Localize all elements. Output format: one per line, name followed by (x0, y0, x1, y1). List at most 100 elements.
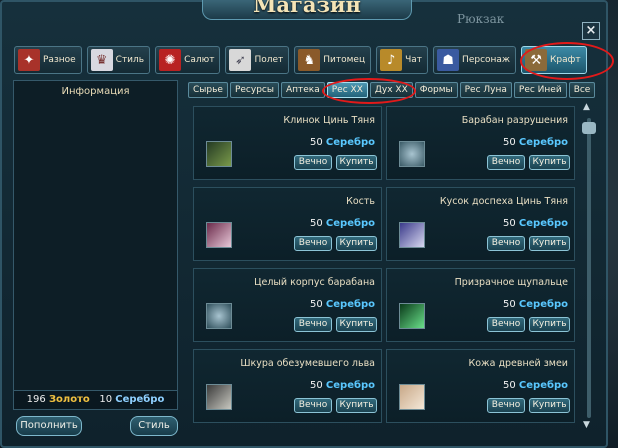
price-value: 50 (503, 137, 516, 148)
subtab-res-xx[interactable]: Рес XX (326, 82, 368, 98)
subtab-all[interactable]: Все (568, 82, 596, 98)
item-price: 50 Серебро (310, 380, 375, 391)
scroll-track[interactable] (587, 118, 591, 418)
price-value: 50 (310, 299, 323, 310)
subtab-raw[interactable]: Сырье (188, 82, 228, 98)
item-price: 50 Серебро (503, 137, 568, 148)
item-price: 50 Серебро (503, 299, 568, 310)
blade-icon (206, 141, 232, 167)
tab-label: Персонаж (462, 55, 511, 65)
item-name: Кость (346, 196, 375, 207)
tentacle-icon (399, 303, 425, 329)
subcategory-tabs: Сырье Ресурсы Аптека Рес XX Дух XX Формы… (188, 82, 596, 98)
forever-button[interactable]: Вечно (487, 398, 525, 413)
tab-label: Салют (184, 55, 215, 65)
subtab-res-frost[interactable]: Рес Иней (513, 82, 567, 98)
item-card: Кость 50 Серебро Вечно Купить (193, 187, 382, 261)
topup-button[interactable]: Пополнить (16, 416, 82, 436)
item-price: 50 Серебро (310, 299, 375, 310)
buy-button[interactable]: Купить (336, 236, 377, 251)
forever-button[interactable]: Вечно (487, 155, 525, 170)
price-value: 50 (503, 380, 516, 391)
price-currency: Серебро (325, 299, 375, 310)
flight-icon: ➶ (229, 49, 252, 71)
item-card: Барабан разрушения 50 Серебро Вечно Купи… (386, 106, 575, 180)
tab-character[interactable]: ☗ Персонаж (433, 46, 517, 74)
price-value: 50 (503, 218, 516, 229)
item-card: Клинок Цинь Тяня 50 Серебро Вечно Купить (193, 106, 382, 180)
gold-label: Золото (48, 394, 90, 405)
buy-button[interactable]: Купить (529, 398, 570, 413)
outfit-icon: ♛ (90, 49, 113, 71)
buy-button[interactable]: Купить (529, 155, 570, 170)
price-currency: Серебро (518, 218, 568, 229)
tab-misc[interactable]: ✦ Разное (14, 46, 82, 74)
tab-label: Полет (254, 55, 284, 65)
item-name: Кусок доспеха Цинь Тяня (439, 196, 568, 207)
subtab-pharmacy[interactable]: Аптека (280, 82, 325, 98)
tab-flight[interactable]: ➶ Полет (225, 46, 290, 74)
buy-button[interactable]: Купить (529, 236, 570, 251)
buy-button[interactable]: Купить (336, 155, 377, 170)
item-name: Кожа древней змеи (468, 358, 569, 369)
item-card: Кожа древней змеи 50 Серебро Вечно Купит… (386, 349, 575, 423)
subtab-forms[interactable]: Формы (414, 82, 458, 98)
forever-button[interactable]: Вечно (487, 236, 525, 251)
forever-button[interactable]: Вечно (294, 317, 332, 332)
gift-icon: ✦ (18, 49, 40, 71)
forever-button[interactable]: Вечно (294, 398, 332, 413)
style-button[interactable]: Стиль (130, 416, 178, 436)
subtab-res-moon[interactable]: Рес Луна (459, 82, 512, 98)
item-name: Шкура обезумевшего льва (240, 358, 375, 369)
info-title: Информация (61, 86, 130, 97)
window-title: Магазин (202, 0, 412, 20)
close-button[interactable]: × (582, 22, 600, 40)
subtab-spirit-xx[interactable]: Дух XX (369, 82, 413, 98)
forever-button[interactable]: Вечно (487, 317, 525, 332)
subtab-resources[interactable]: Ресурсы (229, 82, 279, 98)
scroll-thumb[interactable] (582, 122, 596, 134)
price-value: 50 (503, 299, 516, 310)
item-name: Барабан разрушения (461, 115, 568, 126)
armor-piece-icon (399, 222, 425, 248)
buy-button[interactable]: Купить (336, 398, 377, 413)
shop-window: Магазин Рюкзак × ✦ Разное ♛ Стиль ✺ Салю… (0, 0, 614, 448)
tab-style[interactable]: ♛ Стиль (86, 46, 151, 74)
buy-button[interactable]: Купить (336, 317, 377, 332)
forever-button[interactable]: Вечно (294, 155, 332, 170)
tab-pet[interactable]: ♞ Питомец (294, 46, 372, 74)
item-price: 50 Серебро (503, 218, 568, 229)
items-scrollbar[interactable]: ▲ ▼ (582, 102, 596, 432)
bone-icon (206, 222, 232, 248)
item-card: Целый корпус барабана 50 Серебро Вечно К… (193, 268, 382, 342)
tab-craft[interactable]: ⚒ Крафт (521, 46, 587, 74)
price-currency: Серебро (325, 218, 375, 229)
silver-label: Серебро (115, 394, 165, 405)
price-value: 50 (310, 380, 323, 391)
forever-button[interactable]: Вечно (294, 236, 332, 251)
tab-label: Стиль (115, 55, 145, 65)
item-card: Шкура обезумевшего льва 50 Серебро Вечно… (193, 349, 382, 423)
drum-icon (399, 141, 425, 167)
item-price: 50 Серебро (310, 218, 375, 229)
items-grid: Клинок Цинь Тяня 50 Серебро Вечно Купить… (188, 102, 578, 440)
item-name: Целый корпус барабана (254, 277, 375, 288)
price-value: 50 (310, 218, 323, 229)
currency-display: 196 Золото 10 Серебро (13, 390, 178, 410)
snake-skin-icon (399, 384, 425, 410)
tab-label: Чат (405, 55, 423, 65)
price-currency: Серебро (325, 380, 375, 391)
price-currency: Серебро (325, 137, 375, 148)
backpack-title: Рюкзак (457, 12, 505, 26)
lion-hide-icon (206, 384, 232, 410)
scroll-down-icon[interactable]: ▼ (583, 420, 590, 430)
item-price: 50 Серебро (310, 137, 375, 148)
price-currency: Серебро (518, 299, 568, 310)
buy-button[interactable]: Купить (529, 317, 570, 332)
tab-label: Питомец (323, 55, 366, 65)
item-price: 50 Серебро (503, 380, 568, 391)
tab-chat[interactable]: ♪ Чат (376, 46, 429, 74)
tab-firework[interactable]: ✺ Салют (155, 46, 221, 74)
item-card: Призрачное щупальце 50 Серебро Вечно Куп… (386, 268, 575, 342)
scroll-up-icon[interactable]: ▲ (583, 102, 590, 112)
